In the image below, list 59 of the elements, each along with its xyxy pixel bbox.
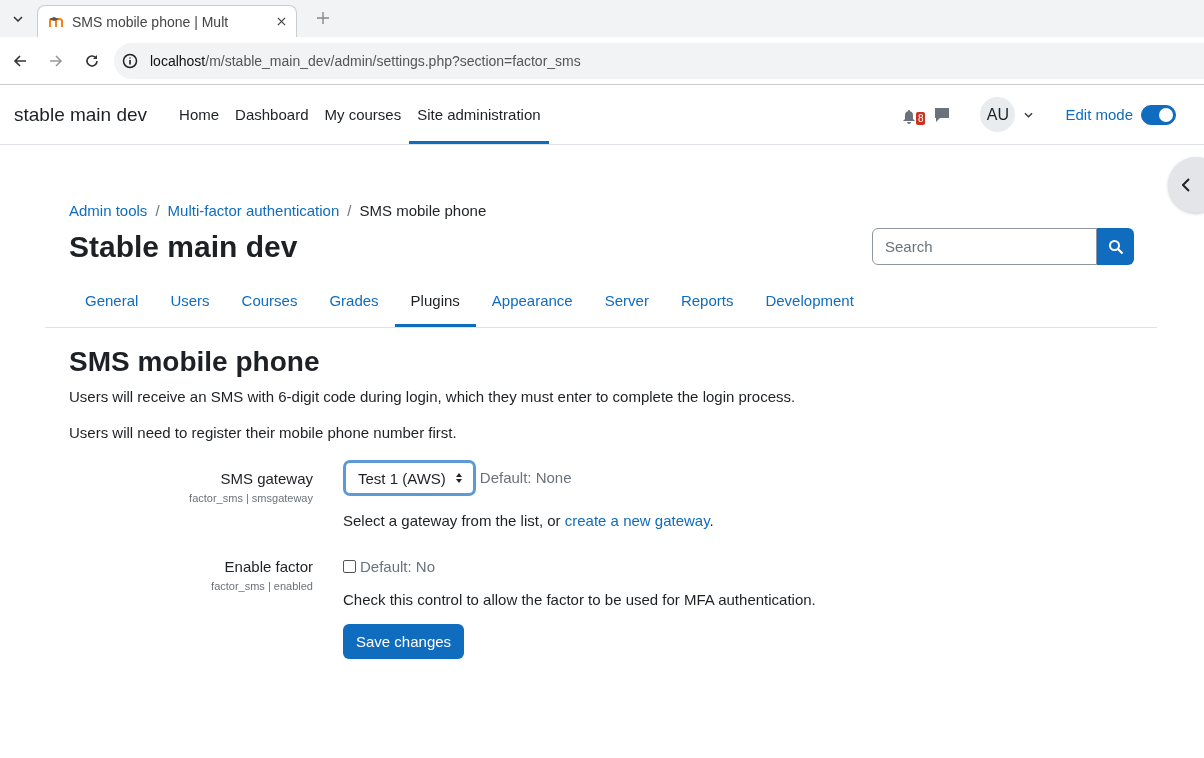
up-down-arrows-icon	[454, 472, 463, 484]
nav-link[interactable]: Site administration	[409, 85, 549, 144]
setting-key: factor_sms | enabled	[211, 580, 313, 592]
nav-link[interactable]: My courses	[316, 85, 410, 144]
notification-count: 8	[915, 112, 926, 125]
back-icon[interactable]	[13, 53, 27, 68]
chat-bubble-icon[interactable]	[934, 106, 951, 123]
setting-description: Select a gateway from the list, or create a new gateway.	[343, 512, 714, 529]
admin-tab[interactable]: Reports	[664, 278, 750, 327]
default-value: Default: No	[360, 558, 436, 575]
page-title: Stable main dev	[69, 229, 298, 264]
forward-icon[interactable]	[49, 53, 63, 68]
breadcrumb-link[interactable]: Admin tools	[69, 202, 148, 219]
search-icon	[1107, 238, 1124, 255]
tab-title: SMS mobile phone | Mult	[72, 13, 230, 30]
admin-tab[interactable]: Plugins	[394, 278, 476, 327]
site-name[interactable]: stable main dev	[14, 103, 148, 126]
description-text: Users will need to register their mobile phone number first.	[69, 424, 458, 441]
section-heading: SMS mobile phone	[69, 346, 321, 378]
description-text: Users will receive an SMS with 6-digit code during login, which they must enter to complete the login process.	[69, 388, 797, 405]
setting-label: SMS gateway	[220, 470, 313, 487]
enable-checkbox[interactable]	[343, 560, 356, 573]
create-gateway-link[interactable]: create a new gateway	[564, 512, 710, 529]
admin-tab[interactable]: Development	[749, 278, 870, 327]
gateway-select[interactable]: Test 1 (AWS)	[343, 460, 476, 496]
setting-description: Check this control to allow the factor to be used for MFA authentication.	[343, 591, 816, 608]
nav-link[interactable]: Dashboard	[227, 85, 317, 144]
url-text: localhost/m/stable_main_dev/admin/settings.php?section=factor_sms	[150, 52, 581, 69]
breadcrumb-separator: /	[155, 202, 160, 219]
default-value: Default: None	[479, 468, 572, 486]
chevron-left-icon	[1182, 178, 1190, 192]
search-button[interactable]	[1097, 228, 1134, 265]
search-field[interactable]: Search	[872, 228, 1097, 265]
address-field[interactable]: localhost/m/stable_main_dev/admin/settings.php?section=factor_sms	[114, 42, 1204, 79]
setting-label: Enable factor	[224, 558, 313, 575]
logo-icon	[48, 15, 64, 28]
user-avatar[interactable]: AU	[980, 97, 1016, 132]
info-icon	[122, 52, 138, 69]
edit-mode-switch[interactable]	[1141, 104, 1176, 125]
save-button[interactable]: Save changes	[343, 624, 465, 659]
admin-tab[interactable]: Courses	[225, 278, 314, 327]
edit-mode-label: Edit mode	[1065, 106, 1133, 123]
breadcrumb-link[interactable]: Multi-factor authentication	[167, 202, 340, 219]
bell-icon[interactable]	[901, 109, 916, 125]
new-tab-icon[interactable]	[317, 12, 329, 24]
browser-tab[interactable]: SMS mobile phone | Mult	[37, 5, 297, 37]
setting-key: factor_sms | smsgateway	[189, 492, 313, 504]
breadcrumb-current: SMS mobile phone	[359, 202, 487, 219]
breadcrumb-separator: /	[347, 202, 352, 219]
caret-icon[interactable]	[1024, 111, 1034, 118]
close-icon[interactable]	[277, 17, 286, 26]
admin-tab[interactable]: Appearance	[475, 278, 589, 327]
admin-tab[interactable]: General	[69, 278, 155, 327]
admin-tab[interactable]: Users	[154, 278, 226, 327]
reload-icon[interactable]	[85, 53, 99, 68]
admin-tab[interactable]: Server	[588, 278, 665, 327]
nav-link[interactable]: Home	[171, 85, 228, 144]
chevron-down-icon[interactable]	[13, 16, 23, 22]
admin-tab[interactable]: Grades	[313, 278, 395, 327]
